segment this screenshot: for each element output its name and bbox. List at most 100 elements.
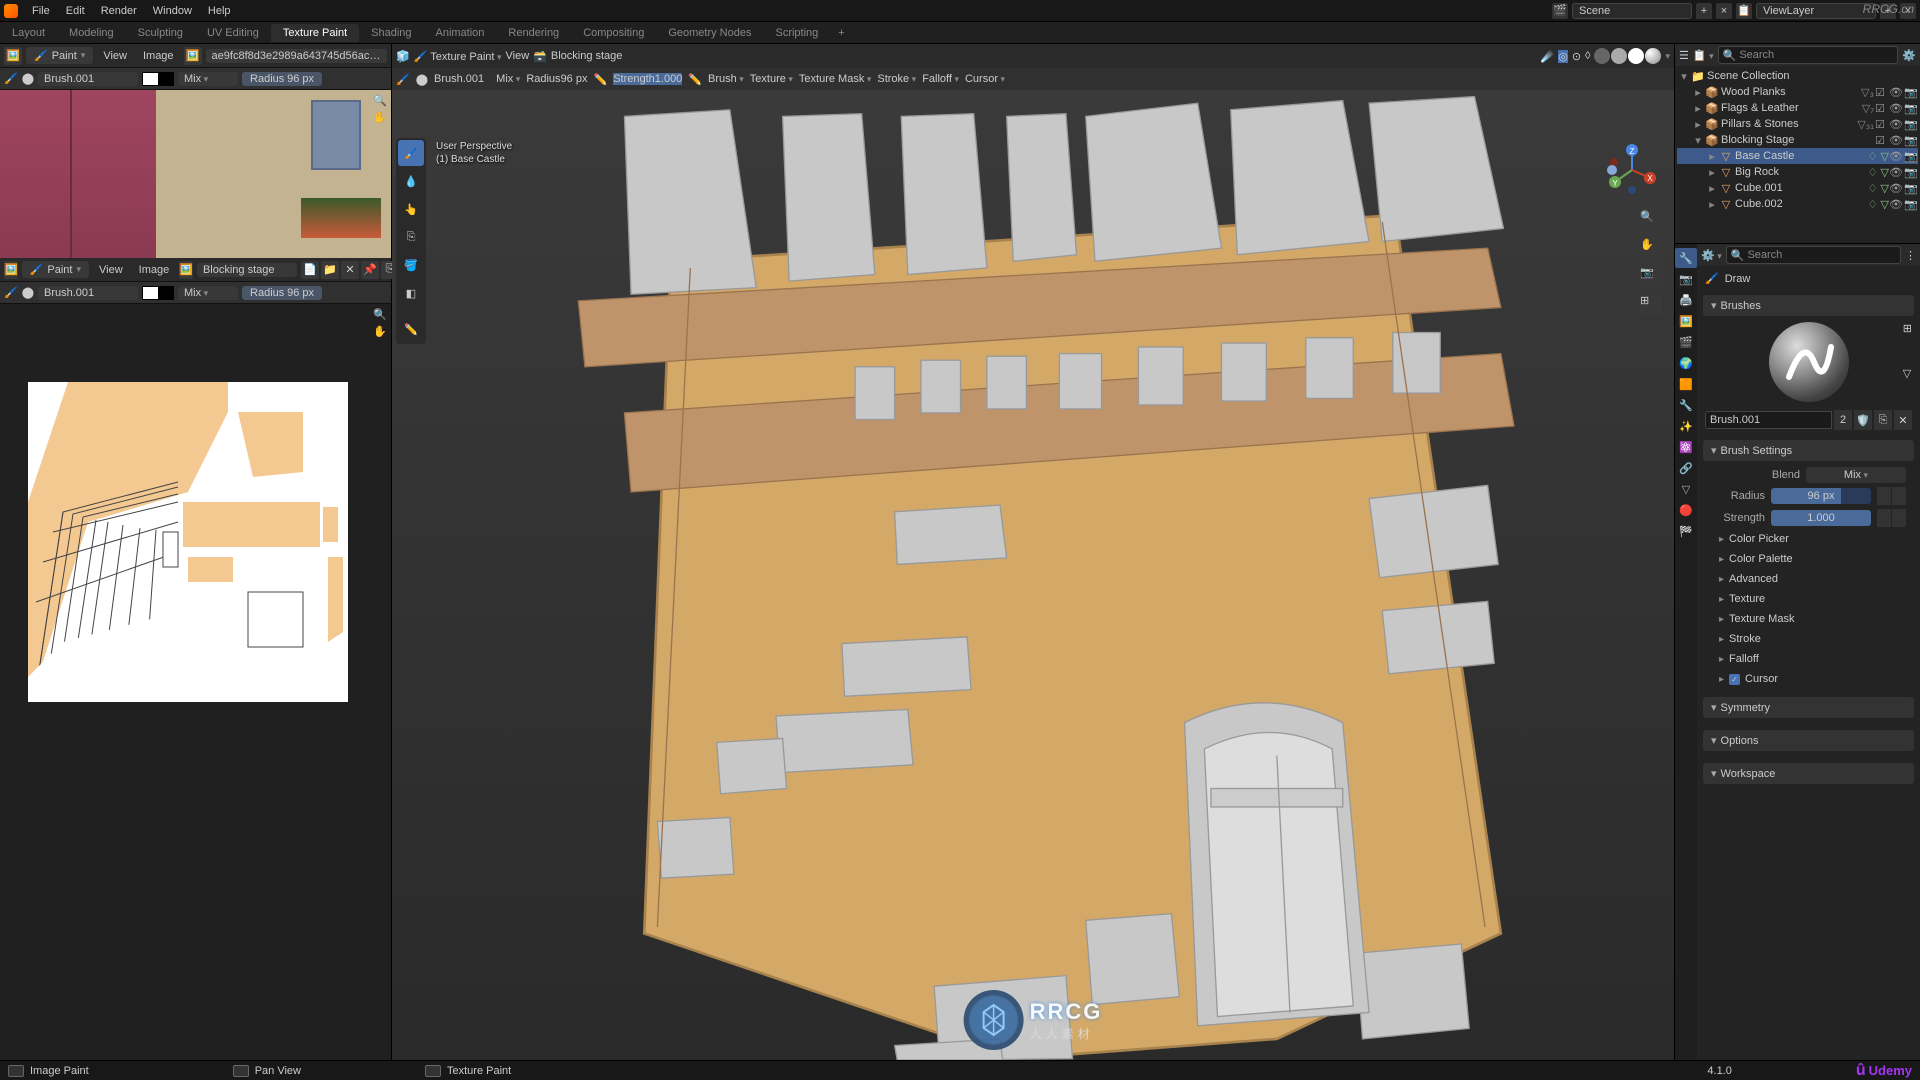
- tree-wood-planks[interactable]: ▸📦 Wood Planks ▽₃ ☑👁📷: [1677, 84, 1918, 100]
- fill-tool[interactable]: 🪣: [398, 252, 424, 278]
- render-icon[interactable]: 📷: [1904, 102, 1916, 115]
- ptab-view[interactable]: 🖼️: [1675, 311, 1697, 331]
- blur-tool[interactable]: 💧: [398, 168, 424, 194]
- brush-add-icon[interactable]: ▽: [1903, 367, 1912, 380]
- clone-tool[interactable]: ⎘: [398, 224, 424, 250]
- uv-image-name[interactable]: Blocking stage: [197, 263, 297, 277]
- menu-window[interactable]: Window: [145, 3, 200, 19]
- brush-fake-user-icon[interactable]: 🛡️: [1854, 410, 1872, 430]
- outliner-search[interactable]: 🔍Search: [1718, 46, 1899, 64]
- brush-name-uv[interactable]: Brush.001: [38, 286, 138, 300]
- exclude-icon[interactable]: ☑: [1874, 118, 1886, 131]
- uv-pan-icon[interactable]: ✋: [373, 325, 387, 338]
- cursor-checkbox-icon[interactable]: ✓: [1729, 674, 1740, 685]
- ws-tab-shading[interactable]: Shading: [359, 24, 423, 42]
- ptab-scene[interactable]: 🎬: [1675, 332, 1697, 352]
- uv-pin-button[interactable]: 📌: [361, 261, 379, 279]
- zoom-icon[interactable]: 🔍: [373, 94, 387, 107]
- brush-unlink-icon[interactable]: ✕: [1894, 410, 1912, 430]
- subsec-cursor[interactable]: ✓Cursor: [1703, 669, 1914, 689]
- ptab-output[interactable]: 🖨️: [1675, 290, 1697, 310]
- ptab-mesh[interactable]: ▽: [1675, 479, 1697, 499]
- viewport-object-dropdown[interactable]: Blocking stage: [551, 50, 623, 62]
- tree-cube002[interactable]: ▸▽ Cube.002 ♢ ▽ 👁📷: [1677, 196, 1918, 212]
- brush-name-field[interactable]: Brush.001: [1705, 411, 1832, 429]
- cursor-dropdown[interactable]: Cursor: [965, 73, 1005, 85]
- exclude-icon[interactable]: ☑: [1874, 134, 1886, 147]
- ptab-tool[interactable]: 🔧: [1675, 248, 1697, 268]
- uv-menu-view[interactable]: View: [93, 262, 129, 278]
- section-options[interactable]: Options: [1703, 730, 1914, 751]
- navigation-gizmo[interactable]: Z X Y: [1602, 140, 1662, 200]
- ptab-modifier[interactable]: 🔧: [1675, 395, 1697, 415]
- render-icon[interactable]: 📷: [1904, 150, 1916, 163]
- menu-help[interactable]: Help: [200, 3, 239, 19]
- props-search[interactable]: 🔍Search: [1726, 246, 1901, 264]
- draw-tool[interactable]: 🖌️: [398, 140, 424, 166]
- selectability-icon[interactable]: ☄️: [1541, 50, 1555, 63]
- img-menu-image[interactable]: Image: [137, 48, 180, 64]
- brush-users[interactable]: 2: [1834, 410, 1852, 430]
- radius-slider-top[interactable]: Radius96 px: [242, 72, 322, 86]
- menu-render[interactable]: Render: [93, 3, 145, 19]
- subsec-texture-mask[interactable]: Texture Mask: [1703, 609, 1914, 629]
- stroke-dropdown[interactable]: Stroke: [877, 73, 916, 85]
- brush-name-top[interactable]: Brush.001: [38, 72, 138, 86]
- radius-field[interactable]: 96 px: [1771, 488, 1871, 504]
- subsec-advanced[interactable]: Advanced: [1703, 569, 1914, 589]
- ptab-physics[interactable]: ⚛️: [1675, 437, 1697, 457]
- ws-tab-texture-paint[interactable]: Texture Paint: [271, 24, 359, 42]
- ptab-constraint[interactable]: 🔗: [1675, 458, 1697, 478]
- editor-type-icon[interactable]: 🖼️: [4, 47, 22, 65]
- ws-tab-compositing[interactable]: Compositing: [571, 24, 656, 42]
- props-type-icon[interactable]: ⚙️: [1701, 249, 1722, 262]
- ws-tab-modeling[interactable]: Modeling: [57, 24, 126, 42]
- reference-image-viewport[interactable]: 🔍 ✋: [0, 90, 391, 258]
- menu-edit[interactable]: Edit: [58, 3, 93, 19]
- eye-icon[interactable]: 👁: [1889, 166, 1901, 179]
- ws-tab-rendering[interactable]: Rendering: [496, 24, 571, 42]
- pan-viewport-icon[interactable]: ✋: [1640, 238, 1662, 260]
- outliner-type-icon[interactable]: ☰: [1679, 49, 1689, 62]
- render-icon[interactable]: 📷: [1904, 198, 1916, 211]
- eye-icon[interactable]: 👁: [1889, 198, 1901, 211]
- brush-dropdown[interactable]: Brush: [708, 73, 744, 85]
- subsec-color-picker[interactable]: Color Picker: [1703, 529, 1914, 549]
- eye-icon[interactable]: 👁: [1889, 134, 1901, 147]
- ws-tab-scripting[interactable]: Scripting: [763, 24, 830, 42]
- section-brushes[interactable]: Brushes: [1703, 295, 1914, 316]
- uv-menu-image[interactable]: Image: [133, 262, 176, 278]
- camera-view-icon[interactable]: 📷: [1640, 266, 1662, 288]
- eye-icon[interactable]: 👁: [1889, 102, 1901, 115]
- subsec-falloff[interactable]: Falloff: [1703, 649, 1914, 669]
- tree-scene-collection[interactable]: ▾📁 Scene Collection: [1677, 68, 1918, 84]
- overlays-icon[interactable]: ⊙: [1572, 50, 1581, 63]
- scene-delete-button[interactable]: ×: [1716, 3, 1732, 19]
- annotate-tool[interactable]: ✏️: [398, 316, 424, 342]
- ws-tab-add[interactable]: +: [830, 24, 852, 42]
- blend-field[interactable]: Mix: [1806, 467, 1906, 483]
- blend-mode-uv[interactable]: Mix: [178, 286, 238, 300]
- tree-blocking-stage[interactable]: ▾📦 Blocking Stage ☑👁📷: [1677, 132, 1918, 148]
- render-icon[interactable]: 📷: [1904, 118, 1916, 131]
- ws-tab-sculpting[interactable]: Sculpting: [126, 24, 195, 42]
- ptab-texture[interactable]: 🏁: [1675, 521, 1697, 541]
- color-swatch-uv[interactable]: [142, 286, 174, 300]
- ws-tab-geonodes[interactable]: Geometry Nodes: [656, 24, 763, 42]
- radius-slider-3d[interactable]: Radius96 px: [526, 73, 587, 85]
- radius-unit-icon[interactable]: [1892, 487, 1906, 505]
- ptab-render[interactable]: 📷: [1675, 269, 1697, 289]
- blend-mode-top[interactable]: Mix: [178, 72, 238, 86]
- uv-mode-dropdown[interactable]: 🖌️ Paint: [22, 261, 89, 278]
- tree-pillars-stones[interactable]: ▸📦 Pillars & Stones ▽₃₁ ☑👁📷: [1677, 116, 1918, 132]
- viewport-menu-view[interactable]: View: [506, 50, 530, 62]
- img-menu-view[interactable]: View: [97, 48, 133, 64]
- viewport-mode-dropdown[interactable]: 🖌️ Texture Paint: [414, 50, 502, 63]
- exclude-icon[interactable]: ☑: [1874, 86, 1886, 99]
- strength-field[interactable]: 1.000: [1771, 510, 1871, 526]
- viewport-slot-icon[interactable]: 🗃️: [533, 50, 547, 63]
- brush-expand-icon[interactable]: ⊞: [1903, 322, 1912, 335]
- subsec-stroke[interactable]: Stroke: [1703, 629, 1914, 649]
- subsec-color-palette[interactable]: Color Palette: [1703, 549, 1914, 569]
- image-mode-dropdown[interactable]: 🖌️ Paint: [26, 47, 93, 64]
